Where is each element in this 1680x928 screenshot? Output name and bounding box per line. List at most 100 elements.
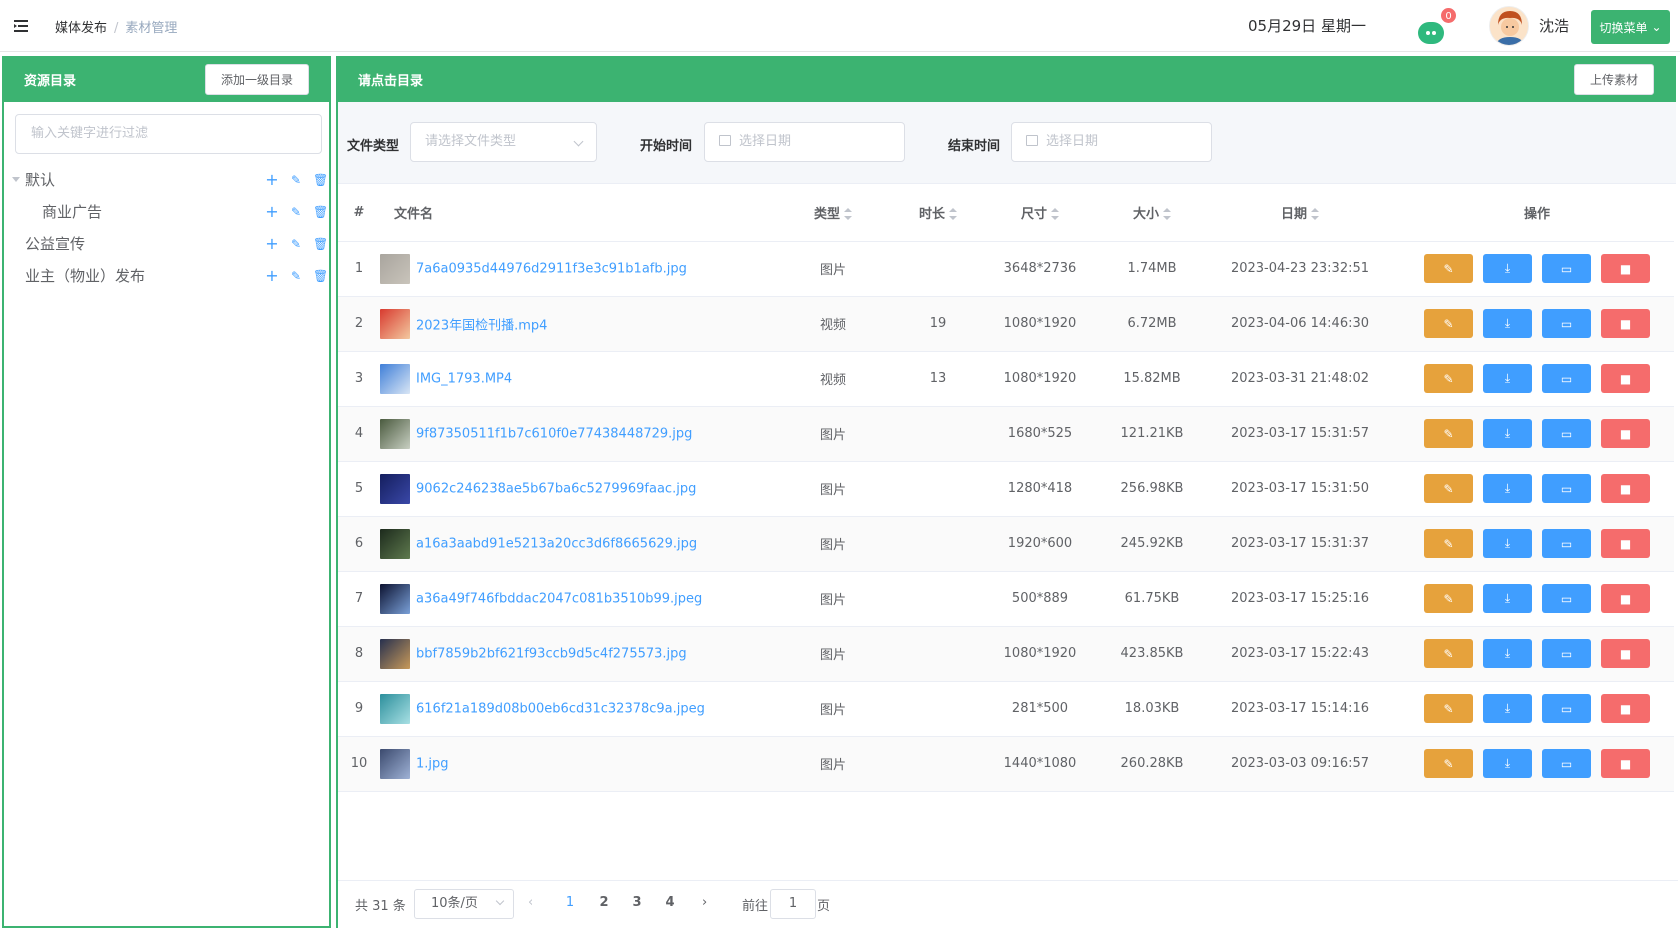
column-date[interactable]: 日期 — [1200, 184, 1400, 242]
delete-button[interactable]: ■ — [1601, 584, 1650, 613]
download-button[interactable]: ⤓ — [1483, 694, 1532, 723]
file-thumbnail[interactable] — [380, 583, 410, 614]
column-type[interactable]: 类型 — [766, 184, 900, 242]
upload-material-button[interactable]: 上传素材 — [1573, 63, 1654, 95]
breadcrumb-item-media[interactable]: 媒体发布 — [55, 21, 107, 36]
download-button[interactable]: ⤓ — [1483, 309, 1532, 338]
edit-button[interactable]: ✎ — [1424, 364, 1473, 393]
edit-button[interactable]: ✎ — [1424, 254, 1473, 283]
file-name-link[interactable]: a36a49f746fbddac2047c081b3510b99.jpeg — [416, 591, 702, 606]
tree-node-label[interactable]: 默认 — [25, 164, 55, 196]
download-button[interactable]: ⤓ — [1483, 639, 1532, 668]
plus-icon[interactable]: + — [265, 228, 279, 260]
directory-filter-input[interactable]: 输入关键字进行过滤 — [15, 114, 322, 154]
tree-node[interactable]: 公益宣传 + ✎ 🗑 — [4, 228, 329, 260]
delete-button[interactable]: ■ — [1601, 529, 1650, 558]
file-thumbnail[interactable] — [380, 308, 410, 339]
sort-icon[interactable] — [1311, 208, 1319, 221]
delete-icon[interactable]: 🗑 — [313, 260, 328, 292]
column-size[interactable]: 尺寸 — [976, 184, 1104, 242]
file-name-link[interactable]: bbf7859b2bf621f93ccb9d5c4f275573.jpg — [416, 646, 687, 661]
file-type-select[interactable]: 请选择文件类型 — [410, 122, 597, 162]
file-thumbnail[interactable] — [380, 363, 410, 394]
file-name-link[interactable]: 616f21a189d08b00eb6cd31c32378c9a.jpeg — [416, 701, 705, 716]
file-name-link[interactable]: 9f87350511f1b7c610f0e77438448729.jpg — [416, 426, 692, 441]
delete-button[interactable]: ■ — [1601, 694, 1650, 723]
folder-button[interactable]: ▭ — [1542, 529, 1591, 558]
file-name-link[interactable]: 2023年国检刊播.mp4 — [416, 318, 547, 333]
sort-icon[interactable] — [844, 208, 852, 221]
download-button[interactable]: ⤓ — [1483, 529, 1532, 558]
edit-button[interactable]: ✎ — [1424, 749, 1473, 778]
edit-icon[interactable]: ✎ — [289, 164, 303, 196]
folder-button[interactable]: ▭ — [1542, 639, 1591, 668]
message-icon[interactable] — [1418, 22, 1444, 44]
page-4[interactable]: 4 — [660, 895, 680, 910]
file-name-link[interactable]: a16a3aabd91e5213a20cc3d6f8665629.jpg — [416, 536, 697, 551]
delete-icon[interactable]: 🗑 — [313, 196, 328, 228]
start-date-picker[interactable]: 选择日期 — [704, 122, 905, 162]
tree-node-label[interactable]: 业主（物业）发布 — [25, 260, 145, 292]
edit-button[interactable]: ✎ — [1424, 639, 1473, 668]
file-thumbnail[interactable] — [380, 418, 410, 449]
delete-icon[interactable]: 🗑 — [313, 164, 328, 196]
caret-down-icon[interactable] — [12, 177, 20, 182]
goto-page-input[interactable]: 1 — [770, 889, 816, 919]
file-thumbnail[interactable] — [380, 253, 410, 284]
menu-fold-icon[interactable] — [12, 16, 32, 36]
edit-button[interactable]: ✎ — [1424, 694, 1473, 723]
file-name-link[interactable]: IMG_1793.MP4 — [416, 371, 512, 386]
page-2[interactable]: 2 — [594, 895, 614, 910]
column-duration[interactable]: 时长 — [900, 184, 976, 242]
folder-button[interactable]: ▭ — [1542, 474, 1591, 503]
avatar[interactable] — [1489, 6, 1529, 46]
folder-button[interactable]: ▭ — [1542, 694, 1591, 723]
delete-button[interactable]: ■ — [1601, 254, 1650, 283]
next-page-icon[interactable]: › — [702, 895, 707, 910]
end-date-picker[interactable]: 选择日期 — [1011, 122, 1212, 162]
edit-icon[interactable]: ✎ — [289, 228, 303, 260]
tree-node[interactable]: 商业广告 + ✎ 🗑 — [4, 196, 329, 228]
download-button[interactable]: ⤓ — [1483, 749, 1532, 778]
edit-button[interactable]: ✎ — [1424, 584, 1473, 613]
edit-icon[interactable]: ✎ — [289, 196, 303, 228]
delete-icon[interactable]: 🗑 — [313, 228, 328, 260]
folder-button[interactable]: ▭ — [1542, 254, 1591, 283]
tree-node-label[interactable]: 公益宣传 — [25, 228, 85, 260]
delete-button[interactable]: ■ — [1601, 309, 1650, 338]
folder-button[interactable]: ▭ — [1542, 419, 1591, 448]
delete-button[interactable]: ■ — [1601, 639, 1650, 668]
page-1[interactable]: 1 — [560, 895, 580, 910]
edit-button[interactable]: ✎ — [1424, 309, 1473, 338]
file-thumbnail[interactable] — [380, 638, 410, 669]
file-thumbnail[interactable] — [380, 473, 410, 504]
folder-button[interactable]: ▭ — [1542, 584, 1591, 613]
delete-button[interactable]: ■ — [1601, 474, 1650, 503]
file-name-link[interactable]: 9062c246238ae5b67ba6c5279969faac.jpg — [416, 481, 696, 496]
edit-icon[interactable]: ✎ — [289, 260, 303, 292]
tree-node[interactable]: 默认 + ✎ 🗑 — [4, 164, 329, 196]
switch-menu-button[interactable]: 切换菜单 ⌄ — [1591, 10, 1670, 44]
prev-page-icon[interactable]: ‹ — [528, 895, 533, 910]
page-3[interactable]: 3 — [627, 895, 647, 910]
sort-icon[interactable] — [1051, 208, 1059, 221]
download-button[interactable]: ⤓ — [1483, 364, 1532, 393]
download-button[interactable]: ⤓ — [1483, 254, 1532, 283]
sort-icon[interactable] — [1163, 208, 1171, 221]
folder-button[interactable]: ▭ — [1542, 309, 1591, 338]
user-name[interactable]: 沈浩 — [1539, 15, 1569, 36]
sort-icon[interactable] — [949, 208, 957, 221]
column-bytes[interactable]: 大小 — [1104, 184, 1200, 242]
page-size-select[interactable]: 10条/页 — [414, 889, 514, 919]
file-thumbnail[interactable] — [380, 748, 410, 779]
download-button[interactable]: ⤓ — [1483, 584, 1532, 613]
edit-button[interactable]: ✎ — [1424, 419, 1473, 448]
folder-button[interactable]: ▭ — [1542, 364, 1591, 393]
delete-button[interactable]: ■ — [1601, 419, 1650, 448]
plus-icon[interactable]: + — [265, 164, 279, 196]
plus-icon[interactable]: + — [265, 260, 279, 292]
delete-button[interactable]: ■ — [1601, 749, 1650, 778]
plus-icon[interactable]: + — [265, 196, 279, 228]
folder-button[interactable]: ▭ — [1542, 749, 1591, 778]
delete-button[interactable]: ■ — [1601, 364, 1650, 393]
